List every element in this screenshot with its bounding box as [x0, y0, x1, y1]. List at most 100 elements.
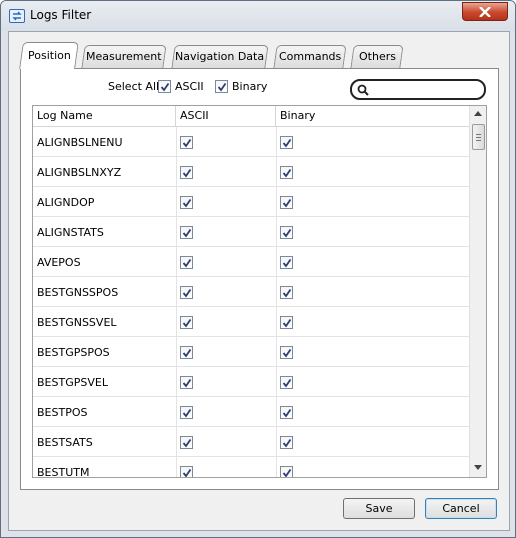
binary-checkbox[interactable]	[280, 226, 293, 239]
checkmark-icon	[160, 82, 170, 92]
binary-checkbox[interactable]	[280, 196, 293, 209]
ascii-checkbox[interactable]	[180, 376, 193, 389]
checkmark-icon	[282, 348, 292, 358]
checkmark-icon	[282, 468, 292, 477]
binary-checkbox[interactable]	[280, 136, 293, 149]
select-all-label: Select All	[108, 80, 160, 93]
column-divider	[276, 217, 277, 247]
tab-navigation-data[interactable]: Navigation Data	[171, 45, 269, 68]
ascii-checkbox[interactable]	[180, 346, 193, 359]
binary-checkbox[interactable]	[280, 466, 293, 477]
checkmark-icon	[182, 288, 192, 298]
scroll-down-button[interactable]	[470, 460, 486, 477]
search-box[interactable]	[350, 79, 486, 100]
checkmark-icon	[282, 288, 292, 298]
column-divider	[176, 397, 177, 427]
column-divider	[276, 367, 277, 397]
ascii-checkbox[interactable]	[180, 406, 193, 419]
table-row[interactable]: BESTGNSSVEL	[33, 307, 469, 337]
table-row[interactable]: ALIGNBSLNENU	[33, 127, 469, 157]
tab-others[interactable]: Others	[350, 45, 404, 68]
binary-checkbox[interactable]	[280, 316, 293, 329]
checkmark-icon	[182, 168, 192, 178]
column-header-ascii[interactable]: ASCII	[176, 106, 276, 127]
checkmark-icon	[282, 408, 292, 418]
tab-measurement[interactable]: Measurement	[81, 45, 167, 68]
tab-commands[interactable]: Commands	[273, 45, 347, 68]
ascii-checkbox[interactable]	[180, 256, 193, 269]
binary-checkbox[interactable]	[280, 406, 293, 419]
checkmark-icon	[282, 168, 292, 178]
tab-label: Others	[358, 50, 396, 63]
column-divider	[176, 157, 177, 187]
table-row[interactable]: BESTUTM	[33, 457, 469, 477]
column-divider	[276, 337, 277, 367]
column-header-log-name[interactable]: Log Name	[33, 106, 176, 127]
column-divider	[176, 307, 177, 337]
column-divider	[176, 367, 177, 397]
save-button[interactable]: Save	[343, 498, 415, 519]
column-divider	[276, 247, 277, 277]
ascii-checkbox[interactable]	[180, 436, 193, 449]
column-divider	[276, 277, 277, 307]
position-tab-panel: Select All ASCII Binary Log Name ASCII B…	[20, 68, 499, 490]
table-row[interactable]: ALIGNSTATS	[33, 217, 469, 247]
table-row[interactable]: BESTPOS	[33, 397, 469, 427]
column-divider	[176, 427, 177, 457]
table-row[interactable]: AVEPOS	[33, 247, 469, 277]
search-icon	[357, 84, 369, 96]
checkmark-icon	[182, 378, 192, 388]
checkmark-icon	[182, 138, 192, 148]
binary-checkbox[interactable]	[280, 346, 293, 359]
tab-bar: Position Measurement Navigation Data Com…	[19, 42, 501, 69]
checkmark-icon	[182, 258, 192, 268]
column-divider	[276, 187, 277, 217]
ascii-checkbox[interactable]	[180, 466, 193, 477]
column-divider	[176, 277, 177, 307]
ascii-checkbox[interactable]	[180, 196, 193, 209]
binary-checkbox[interactable]	[280, 436, 293, 449]
binary-checkbox[interactable]	[280, 286, 293, 299]
column-divider	[276, 307, 277, 337]
column-divider	[176, 187, 177, 217]
checkmark-icon	[182, 318, 192, 328]
ascii-checkbox[interactable]	[180, 226, 193, 239]
ascii-checkbox[interactable]	[180, 166, 193, 179]
select-all-binary-checkbox[interactable]	[215, 80, 228, 93]
scroll-up-button[interactable]	[470, 106, 486, 123]
checkmark-icon	[217, 82, 227, 92]
tab-label: Navigation Data	[175, 50, 265, 63]
ascii-checkbox[interactable]	[180, 286, 193, 299]
log-name-cell: ALIGNDOP	[37, 196, 95, 209]
binary-checkbox[interactable]	[280, 256, 293, 269]
log-name-cell: BESTSATS	[37, 436, 93, 449]
checkmark-icon	[182, 438, 192, 448]
close-icon	[479, 7, 491, 17]
close-button[interactable]	[462, 2, 508, 21]
table-row[interactable]: BESTSATS	[33, 427, 469, 457]
tab-position[interactable]: Position	[19, 42, 79, 69]
checkmark-icon	[182, 468, 192, 477]
select-all-ascii-checkbox[interactable]	[158, 80, 171, 93]
cancel-button[interactable]: Cancel	[425, 498, 497, 519]
table-row[interactable]: BESTGPSPOS	[33, 337, 469, 367]
search-input[interactable]	[374, 82, 478, 97]
binary-checkbox[interactable]	[280, 166, 293, 179]
table-row[interactable]: ALIGNBSLNXYZ	[33, 157, 469, 187]
column-divider	[276, 127, 277, 157]
table-row[interactable]: ALIGNDOP	[33, 187, 469, 217]
checkmark-icon	[182, 198, 192, 208]
title-bar[interactable]: Logs Filter	[1, 1, 515, 31]
window-title: Logs Filter	[30, 8, 92, 22]
ascii-checkbox[interactable]	[180, 316, 193, 329]
log-name-cell: BESTGPSVEL	[37, 376, 108, 389]
table-row[interactable]: BESTGNSSPOS	[33, 277, 469, 307]
binary-checkbox[interactable]	[280, 376, 293, 389]
logs-table: Log Name ASCII Binary ALIGNBSLNENU ALIGNB…	[32, 105, 487, 478]
column-header-binary[interactable]: Binary	[276, 106, 469, 127]
scrollbar-thumb[interactable]	[472, 124, 485, 150]
ascii-checkbox[interactable]	[180, 136, 193, 149]
vertical-scrollbar[interactable]	[469, 106, 486, 477]
table-header: Log Name ASCII Binary	[33, 106, 469, 127]
table-row[interactable]: BESTGPSVEL	[33, 367, 469, 397]
